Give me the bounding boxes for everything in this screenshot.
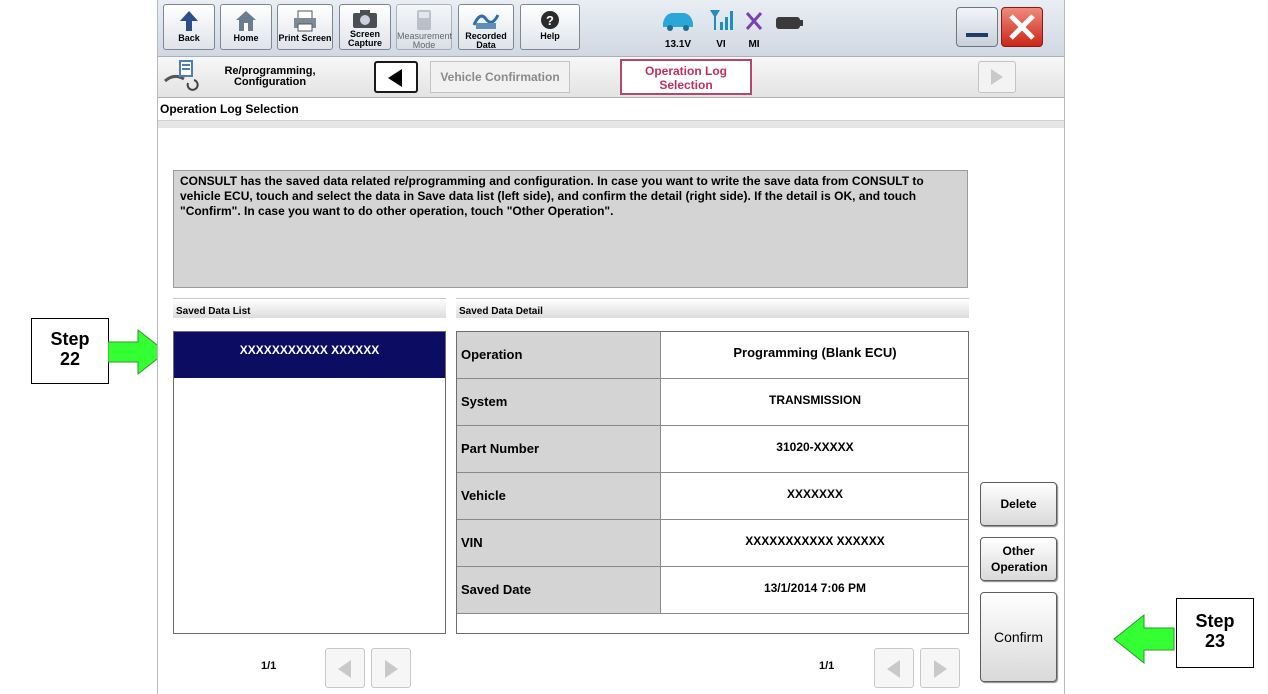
home-icon — [236, 11, 256, 31]
close-icon — [1009, 14, 1035, 40]
saved-list-page-number: 1/1 — [261, 660, 277, 672]
saved-data-list: XXXXXXXXXXX XXXXXX — [173, 331, 446, 634]
back-icon — [180, 11, 198, 31]
step-23-number: 23 — [1204, 631, 1226, 651]
delete-button[interactable]: Delete — [980, 482, 1057, 526]
meter-icon — [417, 10, 431, 30]
detail-row-system: System TRANSMISSION — [457, 379, 968, 426]
detail-value: TRANSMISSION — [768, 393, 861, 407]
saved-data-detail: Operation Programming (Blank ECU) System… — [456, 331, 969, 634]
breadcrumb-forward-arrow[interactable] — [978, 61, 1016, 93]
printer-icon — [294, 10, 316, 32]
close-button[interactable] — [1001, 7, 1043, 47]
step-23-arrow — [1113, 613, 1175, 665]
tab-vehicle-confirmation[interactable]: Vehicle Confirmation — [430, 61, 570, 93]
mi-status: MI — [742, 8, 766, 50]
voltage-value: 13.1V — [664, 39, 692, 50]
mi-x-icon — [745, 12, 763, 30]
detail-value: Programming (Blank ECU) — [733, 345, 897, 360]
other-operation-button[interactable]: Other Operation — [980, 537, 1057, 581]
breadcrumb: Re/programming, Configuration Vehicle Co… — [158, 57, 1064, 98]
detail-row-part-number: Part Number 31020-XXXXX — [457, 426, 968, 473]
detail-prev-button[interactable] — [874, 648, 914, 688]
battery-icon — [776, 17, 803, 29]
confirm-button[interactable]: Confirm — [980, 592, 1057, 682]
screen-capture-button[interactable]: Screen Capture — [339, 4, 391, 50]
recorded-data-icon — [472, 14, 500, 29]
detail-row-saved-date: Saved Date 13/1/2014 7:06 PM — [457, 567, 968, 614]
detail-value: XXXXXXX — [786, 487, 844, 501]
print-screen-button[interactable]: Print Screen — [277, 4, 333, 50]
detail-row-vin: VIN XXXXXXXXXXX XXXXXX — [457, 520, 968, 567]
saved-data-item-selected[interactable]: XXXXXXXXXXX XXXXXX — [174, 332, 445, 378]
detail-pager: 1/1 — [456, 646, 969, 690]
camera-icon — [353, 10, 377, 28]
detail-value: 13/1/2014 7:06 PM — [763, 581, 867, 595]
reprogramming-icon — [164, 60, 199, 91]
tab-operation-log-selection[interactable]: Operation Log Selection — [620, 59, 752, 95]
reprogramming-home-crumb[interactable]: Re/programming, Configuration — [162, 59, 352, 95]
step-22-callout: Step 22 — [31, 318, 109, 384]
help-button[interactable]: ? Help — [520, 4, 580, 50]
back-label: Back — [178, 33, 200, 43]
detail-label: VIN — [457, 520, 661, 566]
step-22-word: Step — [50, 329, 90, 349]
detail-row-vehicle: Vehicle XXXXXXX — [457, 473, 968, 520]
detail-next-button[interactable] — [920, 648, 960, 688]
saved-list-prev-button[interactable] — [325, 648, 365, 688]
detail-page-number: 1/1 — [819, 660, 835, 672]
detail-label: Saved Date — [457, 567, 661, 613]
detail-value: 31020-XXXXX — [776, 440, 854, 454]
recorded-data-button[interactable]: Recorded Data — [458, 4, 514, 50]
detail-label: System — [457, 379, 661, 425]
screen-capture-label: Screen Capture — [347, 29, 382, 48]
detail-label: Part Number — [457, 426, 661, 472]
reprogramming-label: Re/programming, Configuration — [224, 65, 316, 88]
detail-label: Vehicle — [457, 473, 661, 519]
home-button[interactable]: Home — [220, 4, 272, 50]
step-23-callout: Step 23 — [1176, 598, 1254, 668]
page-title: Operation Log Selection — [160, 102, 299, 116]
back-button[interactable]: Back — [163, 4, 215, 50]
breadcrumb-back-arrow[interactable] — [374, 61, 418, 93]
toolbar: Back Home Print Screen Screen Capture Me… — [158, 0, 1064, 57]
vi-status: VI — [707, 8, 735, 50]
measurement-mode-button[interactable]: Measurement Mode — [396, 4, 452, 50]
signal-icon — [710, 10, 733, 30]
minimize-button[interactable] — [956, 7, 998, 47]
title-divider — [158, 120, 1064, 128]
instruction-message: CONSULT has the saved data related re/pr… — [173, 170, 968, 288]
detail-label: Operation — [457, 332, 661, 378]
battery-voltage-status: 13.1V — [658, 8, 698, 50]
measurement-mode-label: Measurement Mode — [397, 31, 453, 50]
car-icon — [663, 13, 693, 31]
step-22-number: 22 — [59, 349, 81, 369]
connection-indicator — [775, 16, 803, 35]
print-screen-label: Print Screen — [278, 33, 332, 43]
svg-text:?: ? — [546, 13, 554, 28]
vi-label: VI — [716, 39, 726, 50]
consult-window: Back Home Print Screen Screen Capture Me… — [157, 0, 1065, 694]
help-icon: ? — [541, 11, 559, 29]
home-label: Home — [233, 33, 259, 43]
mi-label: MI — [748, 39, 760, 50]
detail-value: XXXXXXXXXXX XXXXXX — [745, 534, 885, 548]
saved-list-next-button[interactable] — [371, 648, 411, 688]
step-23-word: Step — [1195, 611, 1235, 631]
saved-list-pager: 1/1 — [173, 646, 446, 690]
recorded-data-label: Recorded Data — [465, 31, 507, 50]
detail-row-operation: Operation Programming (Blank ECU) — [457, 332, 968, 379]
saved-data-list-header: Saved Data List — [173, 298, 446, 318]
help-label: Help — [540, 31, 560, 41]
saved-data-detail-header: Saved Data Detail — [456, 298, 969, 318]
